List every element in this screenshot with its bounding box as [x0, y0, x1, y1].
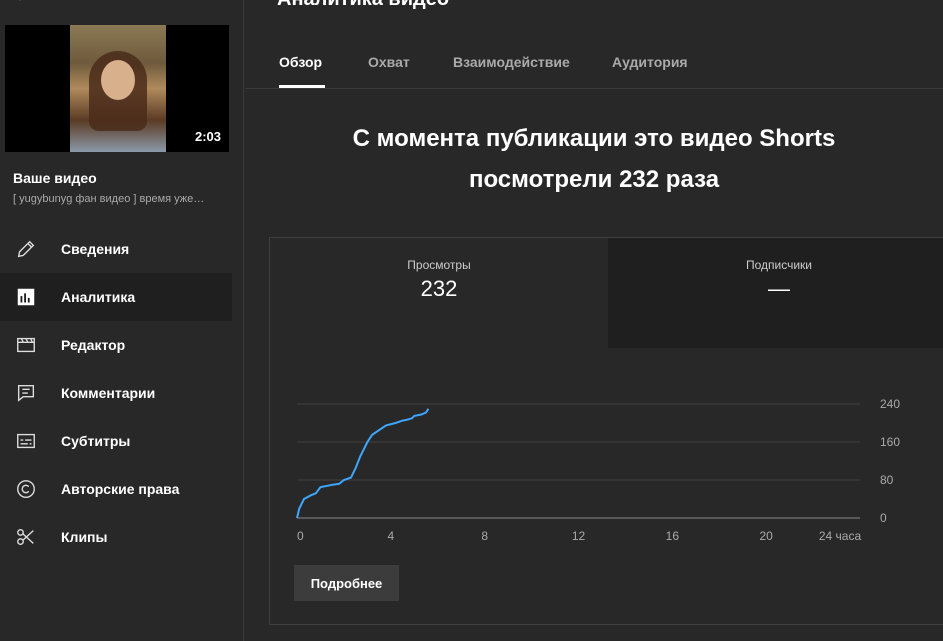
metric-subscribers[interactable]: Подписчики — [608, 238, 943, 348]
sidebar-item-label: Сведения [61, 241, 130, 257]
sidebar-item-analytics[interactable]: Аналитика [0, 273, 232, 321]
headline: С момента публикации это видео Shorts по… [245, 118, 943, 200]
sidebar-item-label: Авторские права [61, 481, 180, 497]
tab-bar: Обзор Охват Взаимодействие Аудитория [245, 40, 943, 89]
x-tick-label: 24 часа [819, 529, 862, 543]
x-tick-label: 20 [759, 529, 773, 543]
sidebar-item-label: Субтитры [61, 433, 131, 449]
sidebar: 2:03 Ваше видео [ yugybunyg фан видео ] … [0, 0, 244, 641]
sidebar-item-label: Клипы [61, 529, 108, 545]
tab-engagement[interactable]: Взаимодействие [453, 54, 570, 70]
sidebar-item-subtitles[interactable]: Субтитры [0, 417, 232, 465]
sidebar-nav: Сведения Аналитика Редактор Комментарии … [0, 225, 232, 561]
your-video-heading: Ваше видео [13, 170, 97, 186]
x-tick-label: 8 [481, 529, 488, 543]
sidebar-item-comments[interactable]: Комментарии [0, 369, 232, 417]
x-tick-label: 16 [666, 529, 680, 543]
main-content: Аналитика видео Обзор Охват Взаимодейств… [245, 0, 943, 641]
y-tick-label: 160 [880, 435, 900, 449]
headline-line-1: С момента публикации это видео Shorts [352, 125, 836, 152]
metric-views[interactable]: Просмотры 232 [270, 238, 609, 348]
tab-audience[interactable]: Аудитория [612, 54, 688, 70]
x-tick-label: 4 [387, 529, 394, 543]
x-tick-label: 12 [572, 529, 586, 543]
scissors-icon [17, 528, 34, 546]
views-series-line [296, 408, 430, 519]
y-tick-label: 0 [880, 511, 887, 525]
analytics-card: Просмотры 232 Подписчики — 0 80 160 240 0 4 8 1… [269, 237, 943, 625]
thumbnail-face [101, 60, 135, 100]
headline-line-2: посмотрели 232 раза [468, 166, 720, 193]
video-thumbnail[interactable]: 2:03 [5, 25, 229, 152]
sidebar-item-label: Комментарии [61, 385, 156, 401]
metric-value: — [768, 276, 790, 301]
back-arrow-icon[interactable] [12, 0, 26, 2]
metric-value: 232 [420, 276, 458, 301]
active-tab-indicator [279, 85, 325, 88]
comment-icon [17, 384, 35, 402]
sidebar-item-clips[interactable]: Клипы [0, 513, 232, 561]
video-title[interactable]: [ yugybunyg фан видео ] время уже… [13, 193, 225, 205]
metric-label: Подписчики [745, 258, 812, 272]
y-tick-label: 240 [880, 397, 900, 411]
sidebar-item-editor[interactable]: Редактор [0, 321, 232, 369]
tab-reach[interactable]: Охват [368, 54, 410, 70]
more-details-button[interactable]: Подробнее [294, 565, 399, 601]
x-tick-label: 0 [297, 529, 304, 543]
metric-label: Просмотры [407, 258, 471, 272]
sidebar-item-details[interactable]: Сведения [0, 225, 232, 273]
clapperboard-icon [17, 337, 35, 353]
analytics-icon [17, 288, 35, 306]
tab-overview[interactable]: Обзор [279, 54, 322, 70]
page-title: Аналитика видео [277, 0, 449, 11]
sidebar-item-copyright[interactable]: Авторские права [0, 465, 232, 513]
views-chart: 0 80 160 240 0 4 8 12 16 20 24 часа [296, 397, 900, 543]
subtitles-icon [17, 433, 35, 449]
sidebar-item-label: Редактор [61, 337, 126, 353]
video-duration: 2:03 [194, 129, 221, 144]
copyright-icon [17, 480, 35, 498]
y-tick-label: 80 [880, 473, 894, 487]
sidebar-item-label: Аналитика [61, 289, 136, 305]
pencil-icon [17, 240, 35, 258]
